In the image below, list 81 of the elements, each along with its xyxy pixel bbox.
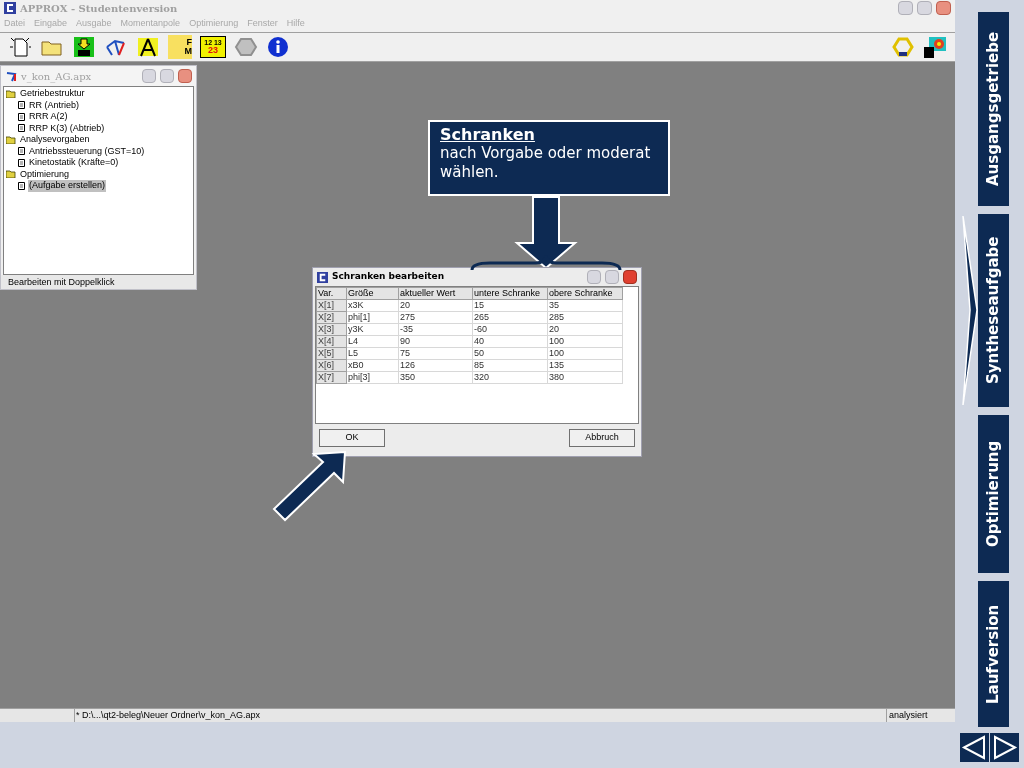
table-cell: 265 <box>472 311 548 324</box>
new-file-icon[interactable] <box>8 35 32 59</box>
color-plot-icon[interactable] <box>923 35 947 59</box>
close-button[interactable] <box>623 270 637 284</box>
window-title: v_kon_AG.apx <box>21 69 92 84</box>
tree-item[interactable]: RRR A(2) <box>28 111 69 123</box>
tree-item[interactable]: Kinetostatik (Kräfte=0) <box>28 157 120 169</box>
window-title: APPROX - Studentenversion <box>20 1 178 16</box>
table-cell: 50 <box>472 347 548 360</box>
dialog-button[interactable]: Abbruch <box>569 429 635 447</box>
force-moment-icon[interactable]: F M <box>168 35 192 59</box>
tree-item[interactable]: Analysevorgaben <box>19 134 91 146</box>
table-cell: phi[3] <box>346 371 399 384</box>
table-cell: 285 <box>547 311 623 324</box>
open-folder-icon <box>6 89 16 98</box>
table-cell: 380 <box>547 371 623 384</box>
table-cell: 75 <box>398 347 473 360</box>
download-icon[interactable] <box>72 35 96 59</box>
column-header[interactable]: Var. <box>316 287 347 300</box>
document-icon <box>18 101 25 110</box>
table-cell: L5 <box>346 347 399 360</box>
table-cell: 350 <box>398 371 473 384</box>
document-icon <box>18 158 25 167</box>
hexagon-logo-icon[interactable] <box>891 35 915 59</box>
tree-item[interactable]: RR (Antrieb) <box>28 99 80 111</box>
table-cell: 35 <box>547 299 623 312</box>
document-icon <box>18 181 25 190</box>
callout-title: Schranken <box>440 126 536 144</box>
column-header[interactable]: Größe <box>346 287 399 300</box>
table-cell: 100 <box>547 347 623 360</box>
status-text: analysiert <box>888 709 929 722</box>
info-icon[interactable] <box>266 35 290 59</box>
app-icon <box>4 2 16 14</box>
table-cell: 126 <box>398 359 473 372</box>
open-folder-icon <box>6 135 16 144</box>
nav-tab[interactable]: Laufversion <box>978 581 1009 727</box>
table-cell: 15 <box>472 299 548 312</box>
table-cell: 135 <box>547 359 623 372</box>
tree-item[interactable]: (Aufgabe erstellen) <box>28 180 107 192</box>
column-header[interactable]: aktueller Wert <box>398 287 473 300</box>
document-icon <box>18 112 25 121</box>
tree-item[interactable]: RRP K(3) (Abtrieb) <box>28 122 106 134</box>
table-cell: x3K <box>346 299 399 312</box>
table-cell: 20 <box>398 299 473 312</box>
table-cell: 90 <box>398 335 473 348</box>
table-cell: 85 <box>472 359 548 372</box>
callout-text: nach Vorgabe oder moderat wählen. <box>440 144 652 182</box>
table-cell: -60 <box>472 323 548 336</box>
nav-tab[interactable]: Optimierung <box>978 415 1009 573</box>
nav-tab[interactable]: Syntheseaufgabe <box>978 214 1009 407</box>
compass-icon[interactable] <box>136 35 160 59</box>
open-folder-icon <box>6 170 16 179</box>
dialog-button[interactable]: OK <box>319 429 385 447</box>
status-path: * D:\...\qt2-beleg\Neuer Ordner\v_kon_AG.apx <box>75 709 887 722</box>
document-icon <box>18 124 25 133</box>
close-button[interactable] <box>178 69 192 83</box>
status-text: Bearbeiten mit Doppelklick <box>1 275 196 289</box>
table-cell: 100 <box>547 335 623 348</box>
hexagon-icon[interactable] <box>234 35 258 59</box>
table-cell: -35 <box>398 323 473 336</box>
table-cell: 320 <box>472 371 548 384</box>
column-header[interactable]: obere Schranke <box>547 287 623 300</box>
linkage-icon <box>5 70 17 82</box>
close-button[interactable] <box>936 1 951 15</box>
document-icon <box>18 147 25 156</box>
previous-button[interactable] <box>960 733 989 762</box>
table-cell: 275 <box>398 311 473 324</box>
table-cell: 20 <box>547 323 623 336</box>
table-cell: phi[1] <box>346 311 399 324</box>
app-icon <box>317 271 328 283</box>
dialog-title: Schranken bearbeiten <box>332 270 445 284</box>
nav-tab[interactable]: Ausgangsgetriebe <box>978 12 1009 206</box>
table-cell: L4 <box>346 335 399 348</box>
tree-item[interactable]: Antriebssteuerung (GST=10) <box>28 145 146 157</box>
next-button[interactable] <box>990 733 1019 762</box>
table-cell: y3K <box>346 323 399 336</box>
column-header[interactable]: untere Schranke <box>472 287 548 300</box>
table-cell: xB0 <box>346 359 399 372</box>
tree-item[interactable]: Getriebestruktur <box>19 88 86 100</box>
table-cell: 40 <box>472 335 548 348</box>
tree-item[interactable]: Optimierung <box>19 168 71 180</box>
